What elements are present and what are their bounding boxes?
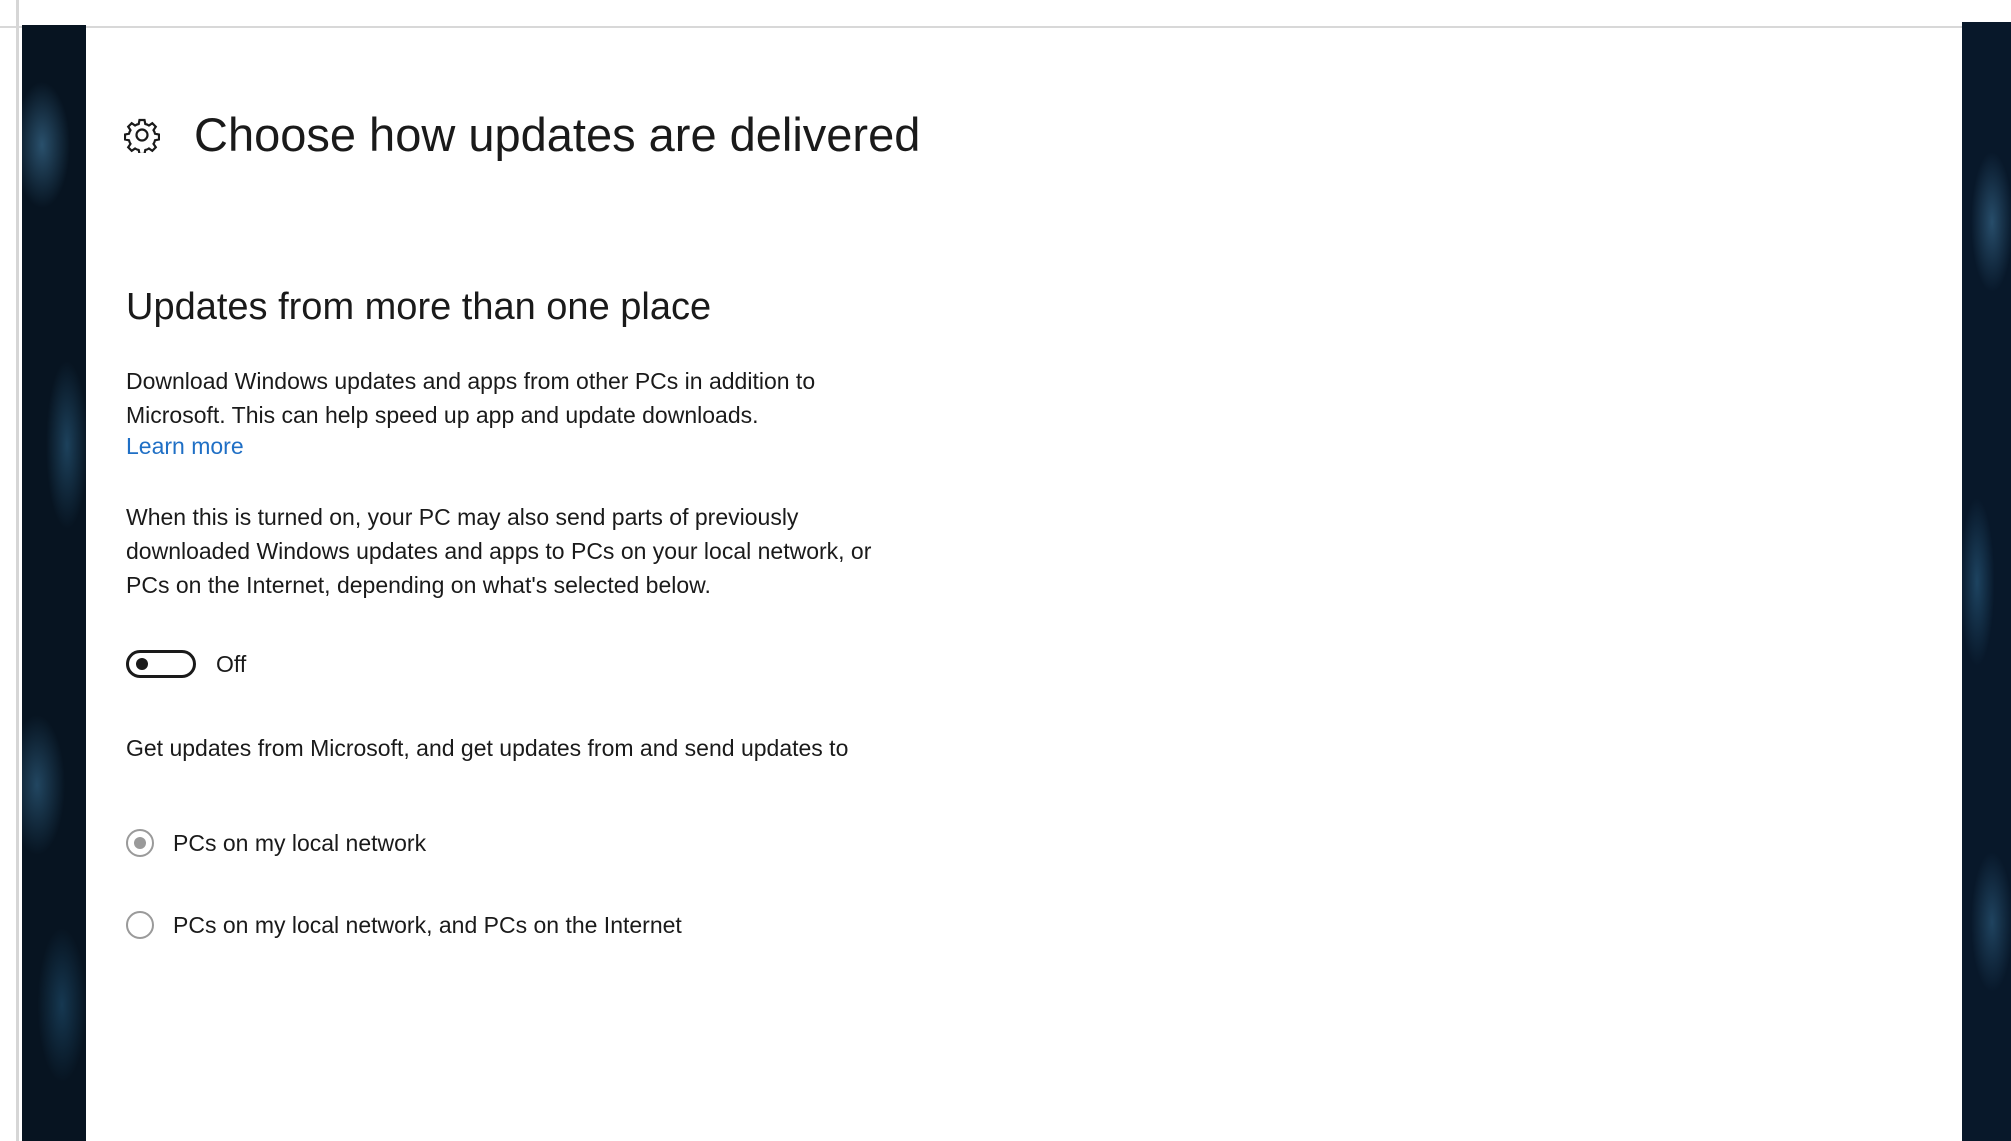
toggle-knob bbox=[136, 658, 148, 670]
radio-button-local-and-internet[interactable] bbox=[126, 911, 154, 939]
gear-icon bbox=[123, 117, 161, 156]
delivery-optimization-toggle[interactable] bbox=[126, 650, 196, 678]
radio-button-local-network[interactable] bbox=[126, 829, 154, 857]
page-title: Choose how updates are delivered bbox=[194, 108, 921, 162]
section-heading: Updates from more than one place bbox=[126, 286, 712, 328]
toggle-state-label: Off bbox=[216, 650, 247, 677]
learn-more-link[interactable]: Learn more bbox=[126, 433, 244, 460]
desktop-background-left bbox=[22, 25, 86, 1141]
delivery-optimization-toggle-row: Off bbox=[126, 650, 246, 678]
page-header: Choose how updates are delivered bbox=[123, 80, 921, 190]
radio-label-local-and-internet: PCs on my local network, and PCs on the … bbox=[173, 911, 682, 938]
window-left-border bbox=[16, 0, 19, 1141]
sharing-note: When this is turned on, your PC may also… bbox=[126, 504, 872, 598]
options-prompt: Get updates from Microsoft, and get upda… bbox=[126, 735, 849, 761]
radio-option-local-network[interactable]: PCs on my local network bbox=[126, 829, 426, 857]
window-top-edge bbox=[0, 0, 2011, 28]
settings-page: Choose how updates are delivered Updates… bbox=[86, 28, 1962, 1141]
radio-label-local-network: PCs on my local network bbox=[173, 829, 427, 856]
radio-option-local-and-internet[interactable]: PCs on my local network, and PCs on the … bbox=[126, 911, 682, 939]
section-description: Download Windows updates and apps from o… bbox=[126, 368, 816, 428]
desktop-background-right bbox=[1962, 22, 2011, 1141]
